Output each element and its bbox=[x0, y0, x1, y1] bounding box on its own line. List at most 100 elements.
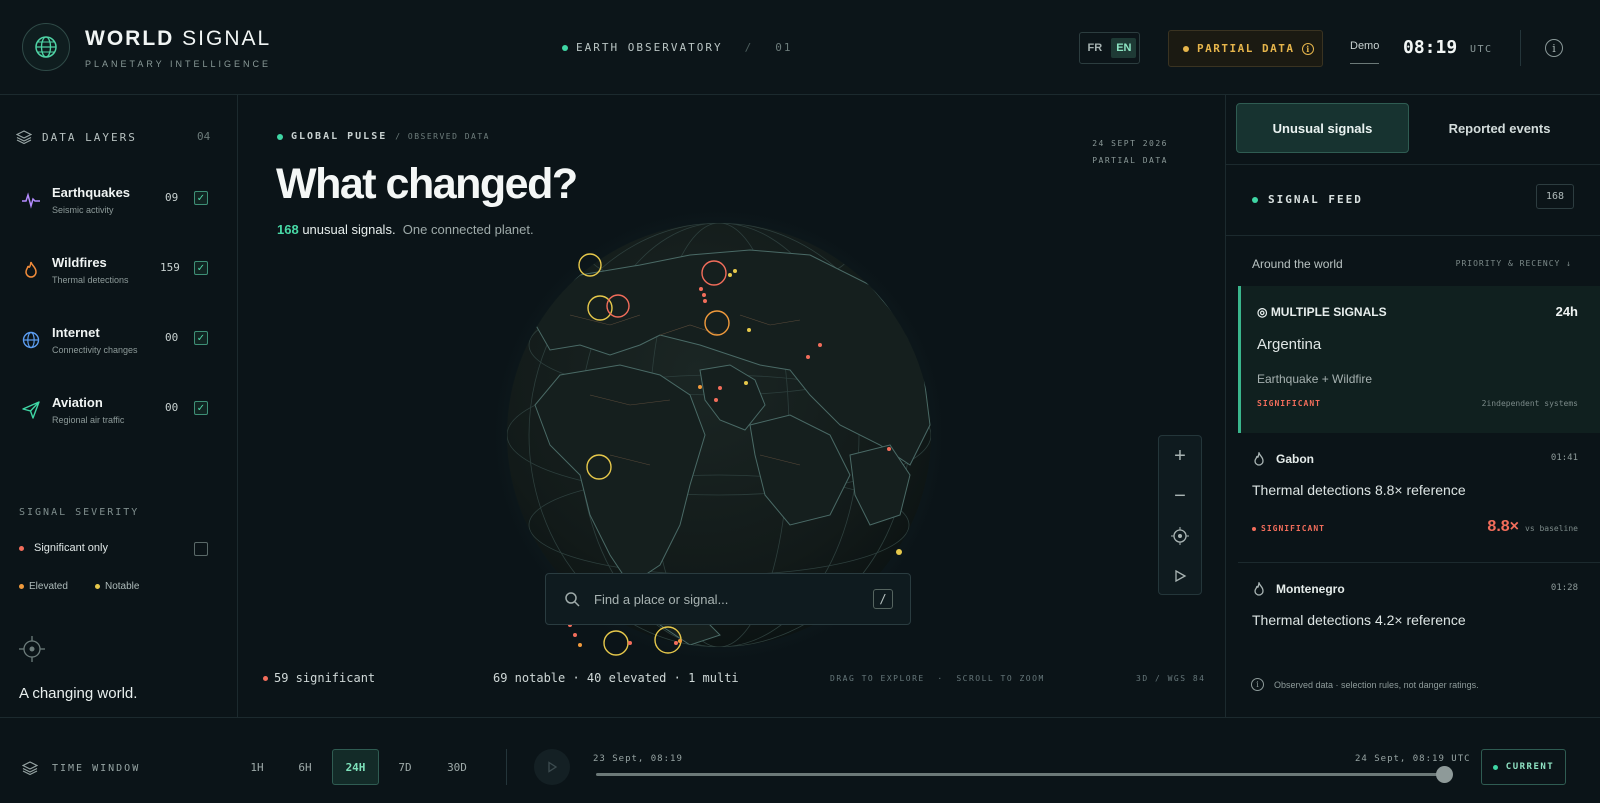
current-button[interactable]: CURRENT bbox=[1481, 749, 1566, 785]
projection-label: 3D / WGS 84 bbox=[1136, 674, 1206, 683]
signal-time: 01:41 bbox=[1550, 453, 1578, 463]
pulse-dot bbox=[277, 133, 283, 140]
search-box[interactable]: / bbox=[545, 573, 911, 625]
app: WORLD SIGNAL PLANETARY INTELLIGENCE EART… bbox=[0, 0, 1600, 803]
significant-dot bbox=[19, 545, 24, 551]
play-rotate-icon[interactable] bbox=[1159, 556, 1201, 596]
global-pulse-label: GLOBAL PULSE / OBSERVED DATA bbox=[277, 131, 490, 142]
map-controls: + − bbox=[1158, 435, 1202, 595]
legend-elevated: Elevated bbox=[19, 581, 68, 592]
search-input[interactable] bbox=[594, 591, 864, 607]
layer-count: 00 bbox=[165, 401, 179, 414]
signal-desc: Thermal detections 4.2× reference bbox=[1252, 612, 1466, 628]
data-layers-title: DATA LAYERS bbox=[16, 129, 137, 145]
divider bbox=[1226, 235, 1600, 236]
layer-name: Internet bbox=[52, 325, 100, 340]
layer-name: Wildfires bbox=[52, 255, 107, 270]
time-window-bar: TIME WINDOW 1H 6H 24H 7D 30D 23 Sept, 08… bbox=[0, 717, 1600, 803]
range-7d[interactable]: 7D bbox=[388, 749, 422, 785]
time-window-title: TIME WINDOW bbox=[22, 760, 140, 776]
layer-earthquakes[interactable]: Earthquakes Seismic activity 09 ✓ bbox=[20, 185, 214, 235]
region-label: Around the world bbox=[1252, 257, 1343, 271]
feed-count: 168 bbox=[1536, 184, 1574, 209]
timeline-track[interactable] bbox=[596, 773, 1446, 776]
date-sub: PARTIAL DATA bbox=[1092, 156, 1168, 165]
signal-feed-title: SIGNAL FEED bbox=[1252, 193, 1363, 206]
zoom-in-button[interactable]: + bbox=[1159, 436, 1201, 476]
timezone: UTC bbox=[1470, 44, 1493, 55]
timeline-start: 23 Sept, 08:19 bbox=[593, 754, 683, 764]
info-icon: i bbox=[1251, 678, 1264, 691]
main-panel: GLOBAL PULSE / OBSERVED DATA 24 SEPT 2026… bbox=[238, 95, 1225, 717]
sort-dropdown[interactable]: PRIORITY & RECENCY ↓ bbox=[1456, 259, 1572, 268]
severity-summary: 69 notable · 40 elevated · 1 multi bbox=[493, 671, 739, 685]
range-30d[interactable]: 30D bbox=[437, 749, 477, 785]
range-6h[interactable]: 6H bbox=[288, 749, 322, 785]
shortcut-key: / bbox=[873, 589, 893, 609]
locate-icon[interactable] bbox=[1159, 516, 1201, 556]
significant-only-checkbox[interactable] bbox=[194, 542, 208, 556]
partial-dot bbox=[1183, 45, 1189, 52]
multi-signal-card[interactable]: ◎ MULTIPLE SIGNALS 24h Argentina Earthqu… bbox=[1238, 286, 1600, 433]
plane-icon bbox=[20, 399, 42, 421]
info-icon[interactable]: i bbox=[1545, 39, 1563, 57]
layer-checkbox[interactable]: ✓ bbox=[194, 261, 208, 275]
lang-fr-button[interactable]: FR bbox=[1083, 38, 1108, 58]
multi-systems: 2independent systems bbox=[1481, 399, 1578, 408]
range-24h[interactable]: 24H bbox=[332, 749, 379, 785]
timeline-end: 24 Sept, 08:19 UTC bbox=[1355, 754, 1471, 764]
feed-footer: i Observed data · selection rules, not da… bbox=[1251, 678, 1479, 691]
feed-tabs: Unusual signals Reported events bbox=[1226, 95, 1600, 165]
tab-unusual-signals[interactable]: Unusual signals bbox=[1236, 103, 1409, 153]
crosshair-icon bbox=[18, 635, 46, 668]
signal-multiplier: 8.8× vs baseline bbox=[1487, 518, 1578, 535]
layer-name: Aviation bbox=[52, 395, 103, 410]
layers-count: 04 bbox=[197, 130, 211, 143]
layer-checkbox[interactable]: ✓ bbox=[194, 401, 208, 415]
lang-en-button[interactable]: EN bbox=[1111, 38, 1137, 58]
layer-internet[interactable]: Internet Connectivity changes 00 ✓ bbox=[20, 325, 214, 375]
play-button[interactable] bbox=[534, 749, 570, 785]
layer-sub: Seismic activity bbox=[52, 205, 114, 215]
layer-name: Earthquakes bbox=[52, 185, 131, 200]
signal-place: Gabon bbox=[1276, 452, 1314, 466]
mode-link[interactable]: Demo bbox=[1350, 40, 1380, 64]
layer-wildfires[interactable]: Wildfires Thermal detections 159 ✓ bbox=[20, 255, 214, 305]
multi-level: SIGNIFICANT bbox=[1257, 399, 1321, 408]
search-icon bbox=[565, 592, 580, 607]
info-small-icon: i bbox=[1302, 42, 1315, 55]
partial-data-badge[interactable]: PARTIAL DATA i bbox=[1168, 30, 1323, 67]
brand-tagline: PLANETARY INTELLIGENCE bbox=[85, 59, 272, 69]
range-1h[interactable]: 1H bbox=[240, 749, 274, 785]
logo-globe-icon bbox=[22, 23, 70, 71]
status-dot bbox=[562, 44, 568, 51]
right-panel: Unusual signals Reported events SIGNAL F… bbox=[1225, 95, 1600, 717]
layer-count: 09 bbox=[165, 191, 179, 204]
timeline-handle[interactable] bbox=[1436, 766, 1453, 783]
signal-level: SIGNIFICANT bbox=[1252, 524, 1325, 533]
feed-dot bbox=[1252, 196, 1258, 203]
layers-icon bbox=[22, 761, 38, 776]
left-sidebar: DATA LAYERS 04 Earthquakes Seismic activ… bbox=[0, 95, 238, 717]
layer-sub: Regional air traffic bbox=[52, 415, 125, 425]
date-info: 24 SEPT 2026 PARTIAL DATA bbox=[1092, 135, 1168, 169]
layer-checkbox[interactable]: ✓ bbox=[194, 331, 208, 345]
flame-icon bbox=[1252, 450, 1266, 473]
significant-count: 59 significant bbox=[263, 671, 375, 685]
signal-time: 01:28 bbox=[1550, 583, 1578, 593]
divider bbox=[506, 749, 507, 785]
signal-card-montenegro[interactable]: Montenegro 01:28 Thermal detections 4.2×… bbox=[1238, 565, 1600, 650]
brand-title: WORLD SIGNAL bbox=[85, 27, 272, 50]
zoom-out-button[interactable]: − bbox=[1159, 476, 1201, 516]
layer-checkbox[interactable]: ✓ bbox=[194, 191, 208, 205]
language-switch: FR EN bbox=[1079, 32, 1140, 64]
layer-sub: Thermal detections bbox=[52, 275, 129, 285]
multi-place: Argentina bbox=[1257, 336, 1322, 353]
signal-place: Montenegro bbox=[1276, 582, 1345, 596]
layer-aviation[interactable]: Aviation Regional air traffic 00 ✓ bbox=[20, 395, 214, 445]
tab-reported-events[interactable]: Reported events bbox=[1413, 103, 1586, 153]
globe-icon bbox=[20, 329, 42, 351]
interaction-hint: DRAG TO EXPLORE · SCROLL TO ZOOM bbox=[830, 674, 1045, 683]
multi-time: 24h bbox=[1555, 304, 1578, 319]
signal-card-gabon[interactable]: Gabon 01:41 Thermal detections 8.8× refe… bbox=[1238, 435, 1600, 563]
